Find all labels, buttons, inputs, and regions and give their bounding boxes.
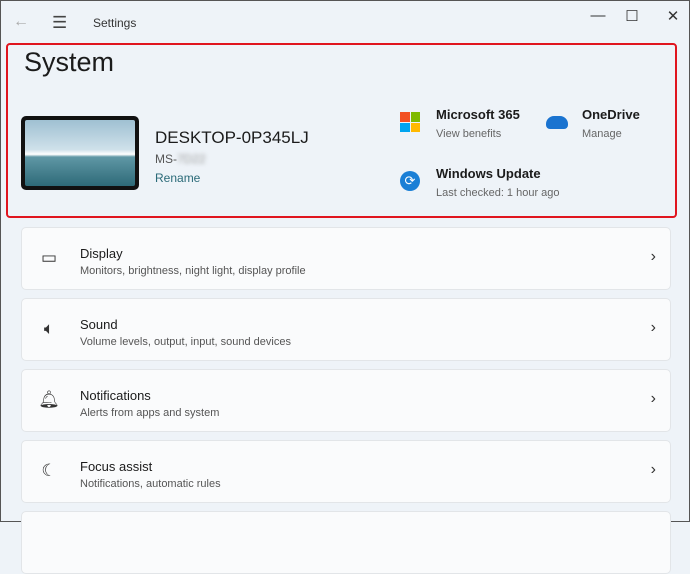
back-arrow-icon[interactable]: ← — [13, 13, 29, 31]
chevron-right-icon: › — [650, 461, 656, 478]
settings-item-next[interactable] — [21, 511, 671, 574]
item-subtitle: Monitors, brightness, night light, displ… — [80, 265, 306, 277]
onedrive-icon — [546, 116, 568, 129]
close-button[interactable]: ✕ — [658, 7, 688, 25]
moon-icon: ☾ — [41, 461, 57, 480]
device-model: MS-7D22 — [155, 152, 206, 166]
bell-icon: 🔔︎ — [38, 390, 60, 409]
app-title: Settings — [93, 16, 137, 30]
microsoft-365-sub: View benefits — [436, 128, 502, 140]
item-subtitle: Alerts from apps and system — [80, 407, 220, 419]
hamburger-menu-icon[interactable]: ☰ — [52, 13, 67, 33]
page-title: System — [24, 47, 115, 77]
model-blurred: 7D22 — [177, 152, 206, 166]
windows-update-link[interactable]: Windows Update — [436, 166, 541, 181]
item-subtitle: Notifications, automatic rules — [80, 478, 221, 490]
device-name: DESKTOP-0P345LJ — [155, 128, 309, 147]
item-subtitle: Volume levels, output, input, sound devi… — [80, 336, 291, 348]
onedrive-sub: Manage — [582, 128, 622, 140]
settings-item-display[interactable]: ▭ Display Monitors, brightness, night li… — [21, 227, 671, 290]
windows-update-sub: Last checked: 1 hour ago — [436, 187, 560, 199]
item-title: Focus assist — [80, 459, 153, 474]
windows-update-icon: ⟳ — [400, 171, 420, 191]
chevron-right-icon: › — [650, 319, 656, 336]
microsoft-365-icon — [400, 112, 420, 132]
speaker-icon: 🔈︎ — [43, 319, 55, 338]
settings-item-sound[interactable]: 🔈︎ Sound Volume levels, output, input, s… — [21, 298, 671, 361]
item-title: Notifications — [80, 388, 151, 403]
monitor-icon: ▭ — [40, 248, 58, 267]
settings-item-notifications[interactable]: 🔔︎ Notifications Alerts from apps and sy… — [21, 369, 671, 432]
chevron-right-icon: › — [650, 390, 656, 407]
maximize-button[interactable]: ☐ — [617, 7, 647, 25]
microsoft-365-link[interactable]: Microsoft 365 — [436, 107, 520, 122]
desktop-thumbnail — [21, 116, 139, 190]
model-prefix: MS- — [155, 152, 177, 166]
item-title: Sound — [80, 317, 118, 332]
item-title: Display — [80, 246, 123, 261]
settings-item-focus-assist[interactable]: ☾ Focus assist Notifications, automatic … — [21, 440, 671, 503]
onedrive-link[interactable]: OneDrive — [582, 107, 640, 122]
minimize-button[interactable]: — — [583, 7, 613, 24]
chevron-right-icon: › — [650, 248, 656, 265]
rename-link[interactable]: Rename — [155, 171, 200, 185]
title-bar: ← ☰ Settings — ☐ ✕ — [1, 1, 689, 45]
